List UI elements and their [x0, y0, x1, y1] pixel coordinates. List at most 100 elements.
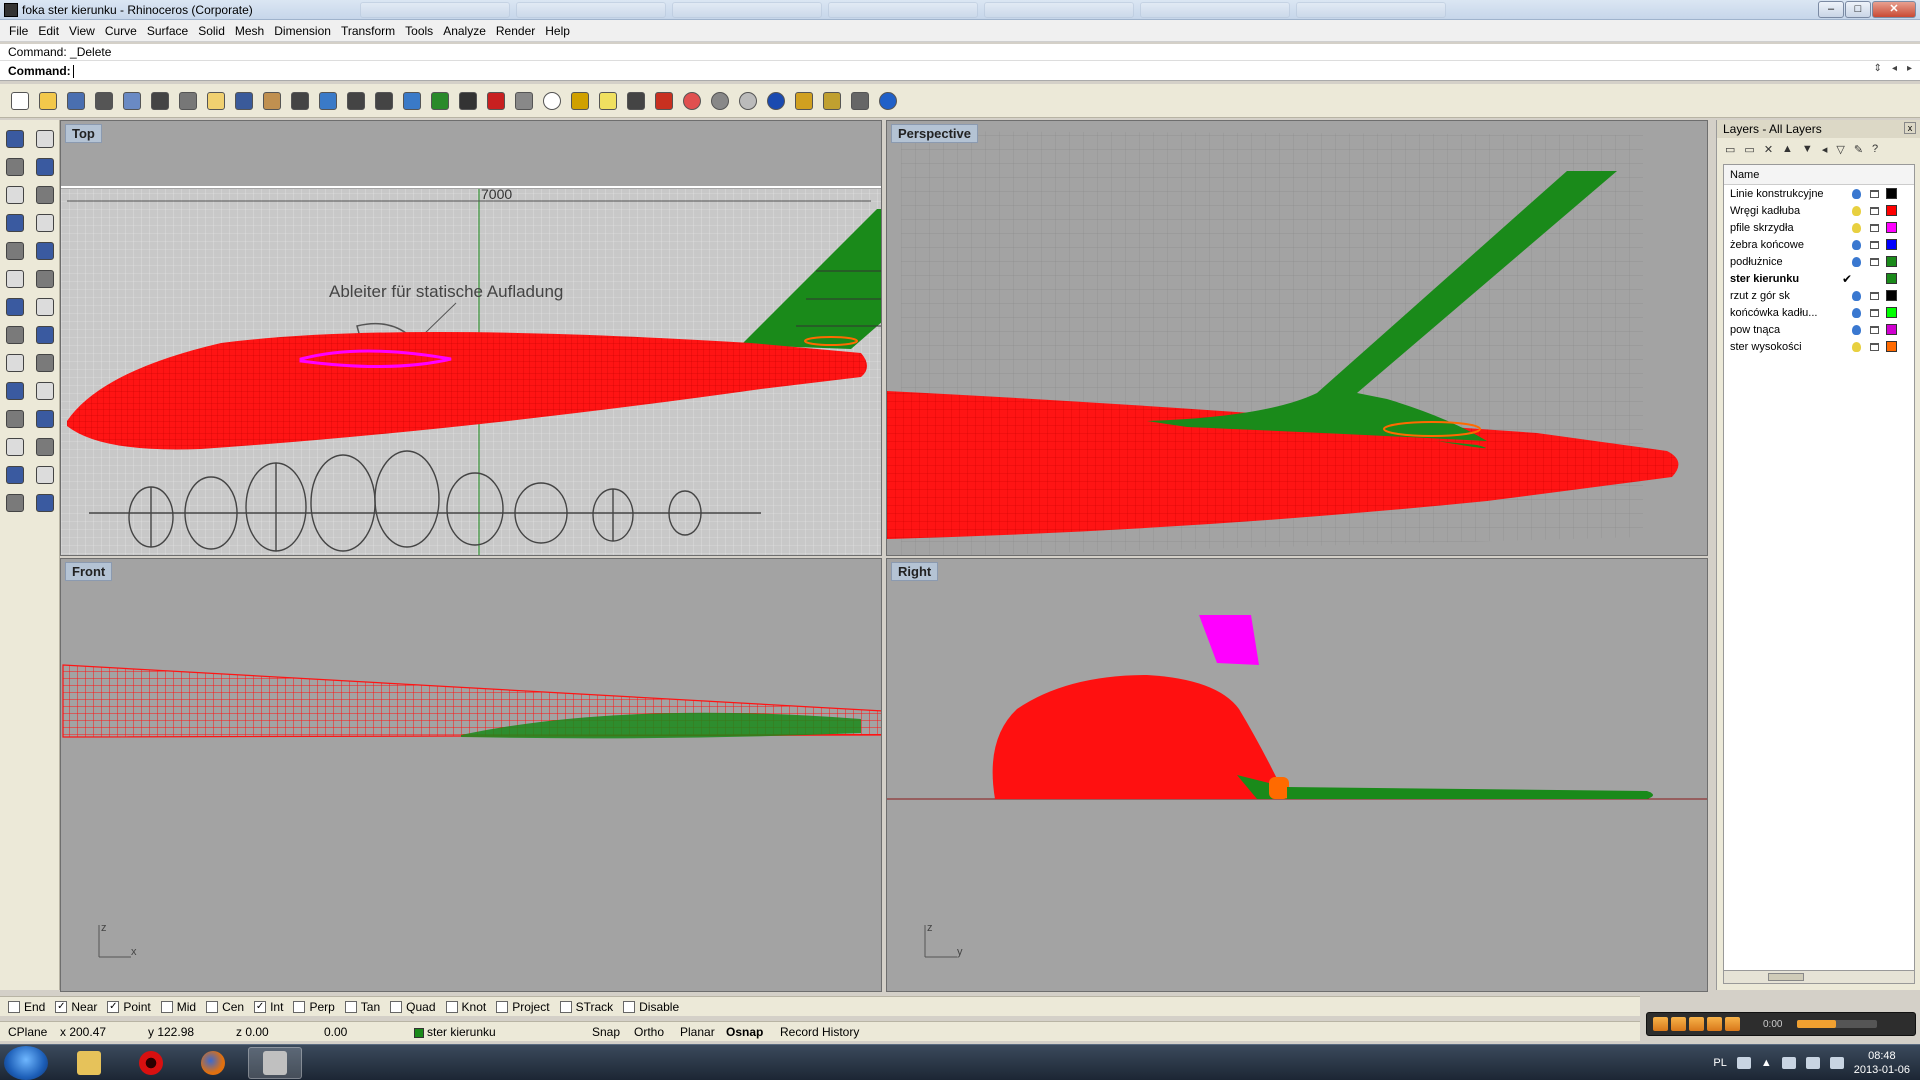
layers-column-name[interactable]: Name: [1724, 165, 1914, 185]
language-indicator[interactable]: PL: [1713, 1057, 1726, 1069]
rotate-view-icon[interactable]: [428, 89, 452, 113]
tools-icon[interactable]: ✎: [1854, 143, 1863, 156]
deform-icon[interactable]: [32, 350, 58, 376]
menu-curve[interactable]: Curve: [100, 24, 142, 38]
clock[interactable]: 08:48 2013-01-06: [1854, 1049, 1910, 1077]
osnap-checkbox[interactable]: ✓: [55, 1000, 68, 1013]
point-tool-icon[interactable]: [32, 126, 58, 152]
menu-view[interactable]: View: [64, 24, 100, 38]
new-sublayer-icon[interactable]: ▭: [1744, 143, 1754, 156]
minimize-button[interactable]: –: [1818, 1, 1844, 18]
layer-color-swatch[interactable]: [1886, 307, 1897, 318]
help-icon[interactable]: ?: [1872, 143, 1878, 155]
render-sphere-icon[interactable]: [736, 89, 760, 113]
osnap-checkbox[interactable]: [445, 1000, 458, 1013]
boolean-icon[interactable]: [32, 294, 58, 320]
target-icon[interactable]: [540, 89, 564, 113]
osnap-project[interactable]: Project: [496, 1000, 550, 1014]
osnap-checkbox[interactable]: ✓: [107, 1000, 120, 1013]
move-down-icon[interactable]: ▼: [1802, 143, 1813, 155]
menu-dimension[interactable]: Dimension: [269, 24, 336, 38]
layer-row[interactable]: pow tnąca: [1724, 321, 1914, 338]
surface-icon[interactable]: [2, 266, 28, 292]
mesh-tool-icon[interactable]: [2, 350, 28, 376]
layer-visibility-bulb-icon[interactable]: [1852, 290, 1861, 301]
show-hidden-icon[interactable]: ▲: [1761, 1057, 1772, 1069]
layer-lock-icon[interactable]: [1870, 291, 1879, 300]
layer-row[interactable]: pfile skrzydła: [1724, 219, 1914, 236]
layer-row[interactable]: podłużnice: [1724, 253, 1914, 270]
flag-icon[interactable]: [792, 89, 816, 113]
osnap-near[interactable]: ✓ Near: [55, 1000, 97, 1014]
save-icon[interactable]: [64, 89, 88, 113]
group-icon[interactable]: [32, 406, 58, 432]
zoom-icon[interactable]: [316, 89, 340, 113]
osnap-checkbox[interactable]: [344, 1000, 357, 1013]
new-layer-icon[interactable]: ▭: [1725, 143, 1735, 156]
windows-explorer-icon[interactable]: [62, 1047, 116, 1079]
print-icon[interactable]: [92, 89, 116, 113]
layers-horizontal-scrollbar[interactable]: [1723, 970, 1915, 984]
viewport-top[interactable]: 7000 Ableiter für statische Aufladung To…: [60, 120, 882, 556]
menu-analyze[interactable]: Analyze: [438, 24, 491, 38]
viewport-perspective-label[interactable]: Perspective: [891, 124, 978, 143]
delete-layer-icon[interactable]: ✕: [1764, 143, 1773, 156]
open-icon[interactable]: [36, 89, 60, 113]
firefox-icon[interactable]: [186, 1047, 240, 1079]
polyline-icon[interactable]: [2, 154, 28, 180]
filter-icon[interactable]: ▽: [1836, 143, 1844, 156]
copy-icon[interactable]: [176, 89, 200, 113]
network-icon[interactable]: [1805, 1057, 1820, 1069]
osnap-toggle[interactable]: Osnap: [726, 1025, 763, 1039]
layers-close-icon[interactable]: x: [1904, 122, 1916, 134]
viewport-right-label[interactable]: Right: [891, 562, 939, 581]
box-icon[interactable]: [2, 294, 28, 320]
revolve-icon[interactable]: [32, 266, 58, 292]
layer-color-swatch[interactable]: [1886, 205, 1897, 216]
menu-transform[interactable]: Transform: [336, 24, 400, 38]
dimension-tool-icon[interactable]: [32, 434, 58, 460]
layer-color-swatch[interactable]: [1886, 341, 1897, 352]
layer-color-swatch[interactable]: [1886, 290, 1897, 301]
osnap-checkbox[interactable]: [559, 1000, 572, 1013]
fillet-curve-icon[interactable]: [32, 238, 58, 264]
layer-color-swatch[interactable]: [1886, 188, 1897, 199]
scrollbar-thumb[interactable]: [1768, 973, 1804, 981]
cut-icon[interactable]: [148, 89, 172, 113]
render-tool-icon[interactable]: [2, 490, 28, 516]
paste-icon[interactable]: [204, 89, 228, 113]
snap-toggle[interactable]: Snap: [592, 1025, 620, 1039]
layer-color-swatch[interactable]: [1886, 222, 1897, 233]
layer-lock-icon[interactable]: [1870, 342, 1879, 351]
menu-surface[interactable]: Surface: [142, 24, 193, 38]
align-icon[interactable]: [32, 378, 58, 404]
osnap-strack[interactable]: STrack: [559, 1000, 613, 1014]
curve-tool-icon[interactable]: [32, 210, 58, 236]
osnap-knot[interactable]: Knot: [445, 1000, 486, 1014]
layer-color-swatch[interactable]: [1886, 324, 1897, 335]
layer-row[interactable]: żebra końcowe: [1724, 236, 1914, 253]
layer-visibility-bulb-icon[interactable]: [1852, 239, 1861, 250]
layer-row[interactable]: Wręgi kadłuba: [1724, 202, 1914, 219]
menu-tools[interactable]: Tools: [400, 24, 438, 38]
play-icon[interactable]: [1653, 1017, 1668, 1031]
viewport-front[interactable]: z x Front: [60, 558, 882, 992]
pause-icon[interactable]: [1671, 1017, 1686, 1031]
wireframe-icon[interactable]: [512, 89, 536, 113]
layer-lock-icon[interactable]: [1870, 240, 1879, 249]
layer-row[interactable]: rzut z gór sk: [1724, 287, 1914, 304]
osnap-int[interactable]: ✓ Int: [254, 1000, 283, 1014]
viewport-top-label[interactable]: Top: [65, 124, 102, 143]
record-history-toggle[interactable]: Record History: [780, 1025, 859, 1039]
undo-icon[interactable]: [232, 89, 256, 113]
light-icon[interactable]: [596, 89, 620, 113]
layer-row[interactable]: ster wysokości: [1724, 338, 1914, 355]
osnap-checkbox[interactable]: [293, 1000, 306, 1013]
circle-icon[interactable]: [2, 182, 28, 208]
osnap-end[interactable]: End: [8, 1000, 45, 1014]
osnap-checkbox[interactable]: [206, 1000, 219, 1013]
layer-visibility-bulb-icon[interactable]: [1852, 341, 1861, 352]
osnap-cen[interactable]: Cen: [206, 1000, 244, 1014]
settings-icon[interactable]: [820, 89, 844, 113]
opera-icon[interactable]: [124, 1047, 178, 1079]
